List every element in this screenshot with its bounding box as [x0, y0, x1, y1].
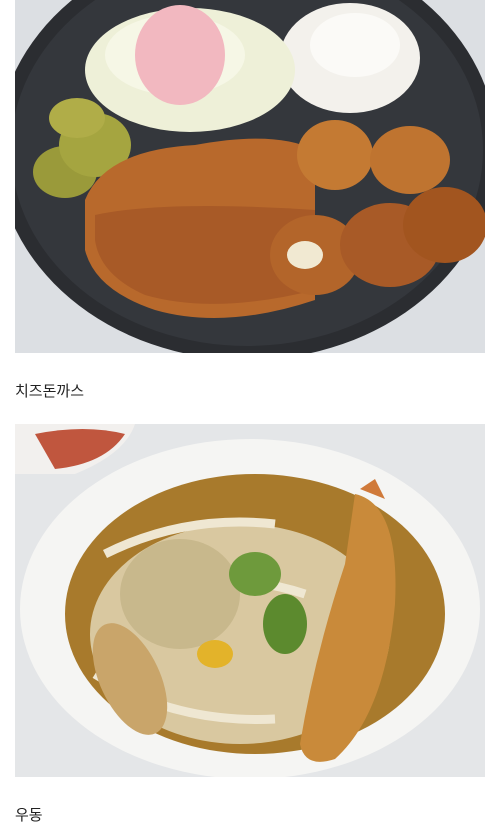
- green-onion: [229, 552, 281, 596]
- udon-illustration: [15, 424, 485, 777]
- caption-udon: 우동: [15, 806, 43, 824]
- cheese-tonkatsu-illustration: [15, 0, 485, 353]
- cheese-tonkatsu-photo: [15, 0, 485, 353]
- cheese-ball: [370, 126, 450, 194]
- egg-garnish: [197, 640, 233, 668]
- dressing: [135, 5, 225, 105]
- udon-photo: [15, 424, 485, 777]
- melted-cheese: [287, 241, 323, 269]
- cheese-ball: [297, 120, 373, 190]
- tempura-flakes: [120, 539, 240, 649]
- caption-cheese-tonkatsu: 치즈돈까스: [15, 382, 85, 400]
